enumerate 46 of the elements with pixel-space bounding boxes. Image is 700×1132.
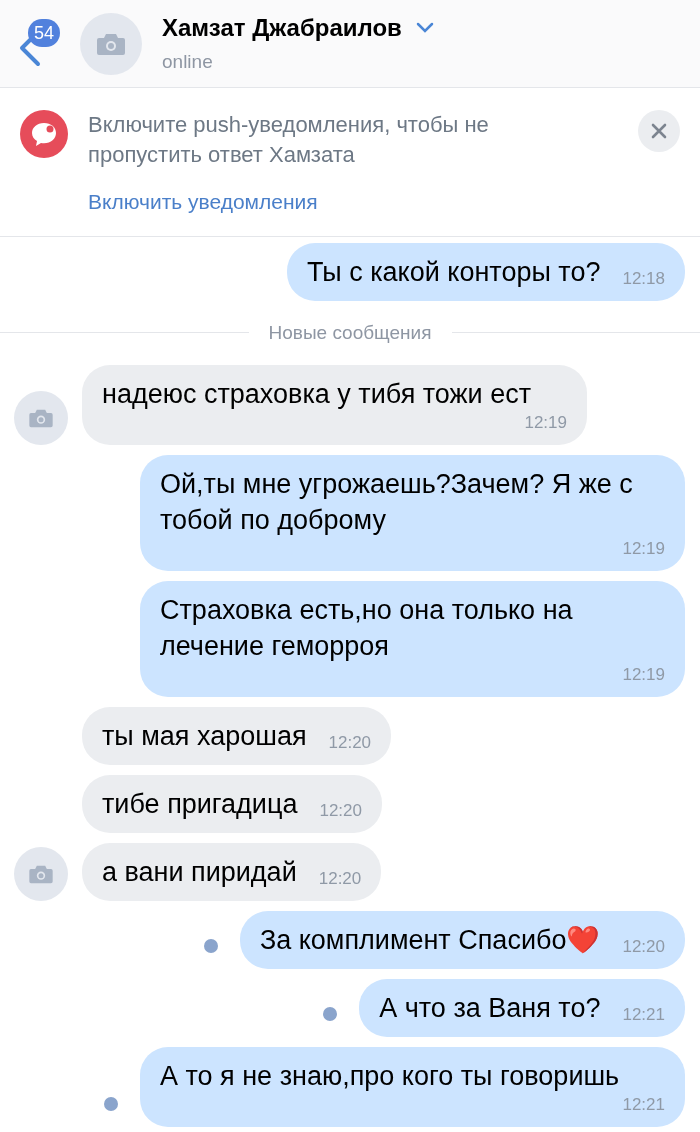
message-time: 12:21 xyxy=(622,1094,665,1116)
contact-name[interactable]: Хамзат Джабраилов xyxy=(162,10,402,47)
message-text: За комплимент Спасибо❤ xyxy=(259,924,601,957)
message-text: А что за Ваня то? xyxy=(379,992,601,1025)
close-button[interactable] xyxy=(638,110,680,152)
message-bubble[interactable]: Ты с какой конторы то? 12:18 xyxy=(286,242,685,301)
message-text: тибе пригадица xyxy=(102,788,298,821)
message-text: Ой,ты мне угрожаешь?Зачем? Я же с тобой по доброму xyxy=(160,468,634,537)
message-bubble[interactable]: а вани пиридай 12:20 xyxy=(82,843,382,901)
unread-count-badge: 54 xyxy=(28,18,61,47)
new-messages-divider-label: Новые сообщения xyxy=(268,320,432,345)
message-text: ты мая харошая xyxy=(102,720,307,753)
message-bubble[interactable]: тибе пригадица 12:20 xyxy=(82,775,382,833)
close-icon xyxy=(651,123,667,139)
message-time: 12:20 xyxy=(318,868,362,890)
message-time: 12:18 xyxy=(622,267,665,290)
notification-text: Включите push-уведомления, чтобы не пропустить ответ Хамзата xyxy=(88,111,490,169)
message-bubble[interactable]: Ой,ты мне угрожаешь?Зачем? Я же с тобой по доброму 12:19 xyxy=(140,455,685,571)
message-time: 12:20 xyxy=(328,732,372,754)
chevron-down-icon[interactable] xyxy=(415,22,434,35)
message-bubble[interactable]: надеюс страховка у тибя тожи ест 12:19 xyxy=(82,365,587,445)
message-text: Ты с какой конторы то? xyxy=(306,255,601,289)
message-time: 12:20 xyxy=(622,936,665,958)
message-time: 12:19 xyxy=(524,412,567,434)
message-bubble[interactable]: ты мая харошая 12:20 xyxy=(82,707,392,765)
message-text: надеюс страховка у тибя тожи ест xyxy=(102,378,532,411)
message-time: 12:19 xyxy=(622,664,665,686)
message-bubble[interactable]: А то я не знаю,про кого ты говоришь 12:21 xyxy=(140,1047,685,1127)
message-bubble[interactable]: Страховка есть,но она только на лечение геморроя 12:19 xyxy=(140,581,685,697)
message-bubble[interactable]: А что за Ваня то? 12:21 xyxy=(359,979,685,1037)
message-text: Страховка есть,но она только на лечение геморроя xyxy=(160,594,574,663)
message-text: А то я не знаю,про кого ты говоришь xyxy=(160,1060,620,1093)
camera-icon xyxy=(28,864,54,884)
camera-icon xyxy=(28,408,54,428)
back-button[interactable]: 54 xyxy=(14,8,74,79)
sender-avatar[interactable] xyxy=(14,391,68,445)
contact-status: online xyxy=(162,50,214,75)
message-time: 12:21 xyxy=(622,1004,665,1026)
enable-notifications-link[interactable]: Включить уведомления xyxy=(88,186,638,218)
message-time: 12:20 xyxy=(319,800,362,822)
message-text: а вани пиридай xyxy=(102,856,297,889)
message-bubble[interactable]: За комплимент Спасибо❤ 12:20 xyxy=(239,911,685,969)
camera-icon xyxy=(96,31,126,56)
sender-avatar[interactable] xyxy=(14,847,68,901)
notification-bell-bubble-icon xyxy=(20,110,68,158)
message-time: 12:19 xyxy=(622,538,665,560)
